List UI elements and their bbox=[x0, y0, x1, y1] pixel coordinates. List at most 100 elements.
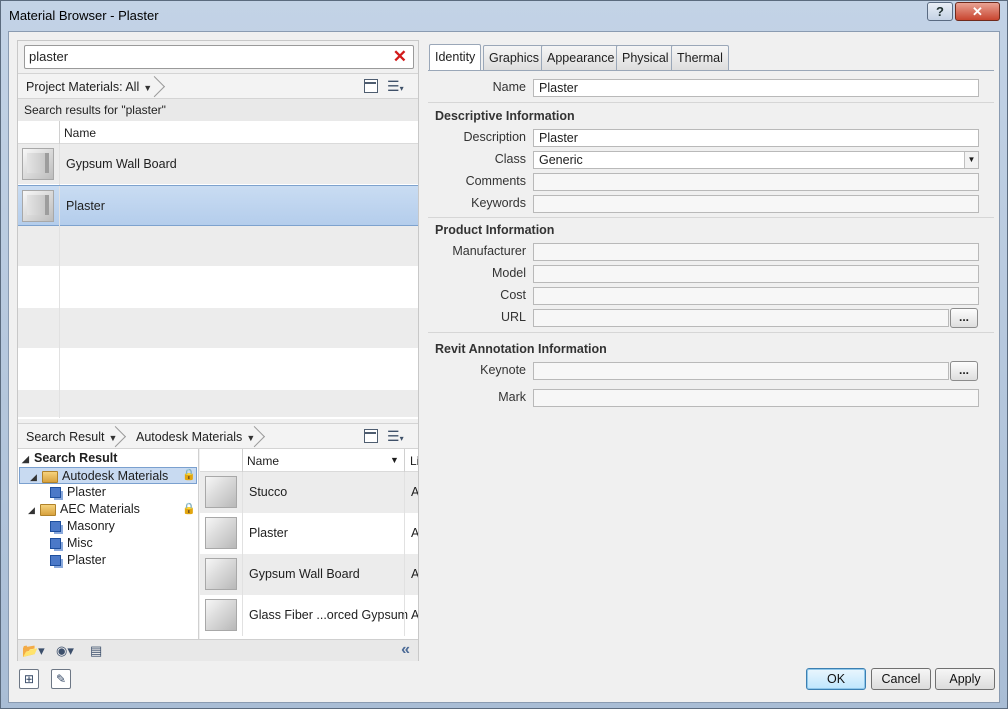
cost-field[interactable] bbox=[533, 287, 979, 305]
library-cell: A bbox=[411, 526, 418, 540]
material-name: Gypsum Wall Board bbox=[66, 157, 177, 171]
folder-icon bbox=[42, 470, 58, 483]
empty-row bbox=[18, 349, 418, 390]
class-value: Generic bbox=[539, 153, 583, 167]
create-material-icon[interactable]: ◉▾ bbox=[56, 643, 74, 659]
keywords-field[interactable] bbox=[533, 195, 979, 213]
class-select[interactable]: Generic ▼ bbox=[533, 151, 979, 169]
ok-button[interactable]: OK bbox=[806, 668, 866, 690]
autodesk-materials-crumb[interactable]: Autodesk Materials ▼ bbox=[128, 427, 255, 447]
panel-view-icon[interactable] bbox=[364, 79, 378, 93]
tree-node-aec-materials[interactable]: ◢ AEC Materials bbox=[28, 501, 140, 518]
tree-node-masonry[interactable]: Masonry bbox=[50, 518, 115, 535]
list-view-icon[interactable]: ☰▾ bbox=[387, 428, 404, 447]
material-icon bbox=[50, 487, 61, 499]
name-column-header[interactable]: Name bbox=[64, 126, 96, 140]
keywords-label: Keywords bbox=[471, 196, 526, 210]
title-bar: Material Browser - Plaster ? ✕ bbox=[1, 1, 1007, 31]
tab-identity[interactable]: Identity bbox=[429, 44, 482, 70]
material-editor-toggle-icon[interactable]: ✎ bbox=[51, 669, 71, 689]
dialog-body: ✕ Project Materials: All▼ ☰▾ Search resu… bbox=[8, 31, 1000, 703]
model-field[interactable] bbox=[533, 265, 979, 283]
mark-field[interactable] bbox=[533, 389, 979, 407]
empty-row bbox=[18, 226, 418, 267]
material-thumbnail bbox=[22, 190, 54, 222]
mark-label: Mark bbox=[498, 390, 526, 404]
help-icon: ? bbox=[936, 4, 944, 19]
material-name: Plaster bbox=[249, 526, 288, 540]
name-field[interactable]: Plaster bbox=[533, 79, 979, 97]
sort-arrow-icon[interactable]: ▼ bbox=[390, 455, 399, 465]
tree-node-plaster[interactable]: Plaster bbox=[50, 484, 106, 501]
grid-header: Name ▼ Li bbox=[200, 449, 418, 472]
library-materials-grid: Name ▼ Li Stucco A Plaster A Gypsum Wall B… bbox=[200, 449, 418, 639]
description-field[interactable]: Plaster bbox=[533, 129, 979, 147]
table-row[interactable]: Glass Fiber ...orced Gypsum A bbox=[200, 595, 418, 636]
table-row-selected[interactable]: Plaster bbox=[18, 185, 418, 227]
open-library-icon[interactable]: 📂▾ bbox=[22, 643, 45, 659]
expand-triangle-icon[interactable]: ◢ bbox=[30, 469, 42, 486]
collapse-icon[interactable]: « bbox=[401, 641, 410, 659]
expand-triangle-icon[interactable]: ◢ bbox=[22, 451, 34, 468]
name-label: Name bbox=[492, 80, 526, 94]
project-materials-grid: Name Gypsum Wall Board Plaster bbox=[18, 121, 418, 419]
manufacturer-label: Manufacturer bbox=[452, 244, 526, 258]
empty-row bbox=[18, 390, 418, 418]
tree-header[interactable]: ◢ Search Result bbox=[22, 450, 117, 467]
comments-field[interactable] bbox=[533, 173, 979, 191]
name-column-header[interactable]: Name bbox=[247, 454, 279, 468]
cost-label: Cost bbox=[500, 288, 526, 302]
tab-thermal[interactable]: Thermal bbox=[671, 45, 729, 70]
grid-header: Name bbox=[18, 121, 418, 144]
close-icon: ✕ bbox=[972, 3, 983, 19]
library-bar: Search Result ▼ Autodesk Materials ▼ ☰▾ bbox=[18, 423, 418, 449]
table-row[interactable]: Gypsum Wall Board bbox=[18, 144, 418, 185]
search-input[interactable] bbox=[29, 49, 389, 64]
search-result-crumb[interactable]: Search Result ▼ bbox=[18, 427, 117, 447]
manufacturer-field[interactable] bbox=[533, 243, 979, 261]
crumb-label: Autodesk Materials bbox=[136, 430, 243, 444]
apply-button[interactable]: Apply bbox=[935, 668, 995, 690]
table-row[interactable]: Gypsum Wall Board A bbox=[200, 554, 418, 595]
tree-node-plaster[interactable]: Plaster bbox=[50, 552, 106, 569]
tab-appearance[interactable]: Appearance bbox=[541, 45, 621, 70]
tree-node-misc[interactable]: Misc bbox=[50, 535, 93, 552]
class-label: Class bbox=[494, 152, 526, 166]
material-browser-window: Material Browser - Plaster ? ✕ ✕ Project… bbox=[0, 0, 1008, 709]
divider bbox=[428, 332, 994, 333]
search-box: ✕ bbox=[24, 45, 414, 69]
comments-label: Comments bbox=[465, 174, 526, 188]
help-button[interactable]: ? bbox=[927, 2, 953, 21]
left-pane: ✕ Project Materials: All▼ ☰▾ Search resu… bbox=[17, 40, 419, 661]
material-name: Glass Fiber ...orced Gypsum bbox=[249, 608, 409, 622]
list-view-icon[interactable]: ☰▾ bbox=[387, 78, 404, 97]
library-cell: A bbox=[411, 608, 418, 622]
library-column-header[interactable]: Li bbox=[410, 454, 418, 468]
material-thumbnail bbox=[22, 148, 54, 180]
url-browse-button[interactable]: ... bbox=[950, 308, 978, 328]
material-thumbnail bbox=[205, 599, 237, 631]
tab-physical[interactable]: Physical bbox=[616, 45, 675, 70]
lock-icon: 🔒 bbox=[182, 503, 196, 515]
keynote-field[interactable] bbox=[533, 362, 949, 380]
chevron-down-icon[interactable]: ▼ bbox=[964, 152, 978, 168]
panel-toggle-icon[interactable]: ▤ bbox=[90, 643, 102, 659]
close-button[interactable]: ✕ bbox=[955, 2, 1000, 21]
keynote-browse-button[interactable]: ... bbox=[950, 361, 978, 381]
table-row[interactable]: Plaster A bbox=[200, 513, 418, 554]
tab-graphics[interactable]: Graphics bbox=[483, 45, 546, 70]
clear-search-icon[interactable]: ✕ bbox=[393, 47, 407, 67]
cancel-button[interactable]: Cancel bbox=[871, 668, 931, 690]
tree-node-autodesk-materials[interactable]: ◢ Autodesk Materials bbox=[19, 467, 197, 484]
annotation-info-heading: Revit Annotation Information bbox=[435, 342, 607, 356]
project-filter-dropdown[interactable]: Project Materials: All ▼ bbox=[18, 77, 152, 97]
search-results-label: Search results for "plaster" bbox=[18, 99, 418, 121]
project-materials-toggle-icon[interactable]: ⊞ bbox=[19, 669, 39, 689]
url-field[interactable] bbox=[533, 309, 949, 327]
panel-view-icon[interactable] bbox=[364, 429, 378, 443]
table-row[interactable]: Stucco A bbox=[200, 472, 418, 513]
empty-row bbox=[18, 308, 418, 349]
expand-triangle-icon[interactable]: ◢ bbox=[28, 502, 40, 519]
window-title: Material Browser - Plaster bbox=[9, 8, 159, 23]
library-tree: ◢ Search Result ◢ Autodesk Materials 🔒 Pla… bbox=[18, 449, 199, 639]
